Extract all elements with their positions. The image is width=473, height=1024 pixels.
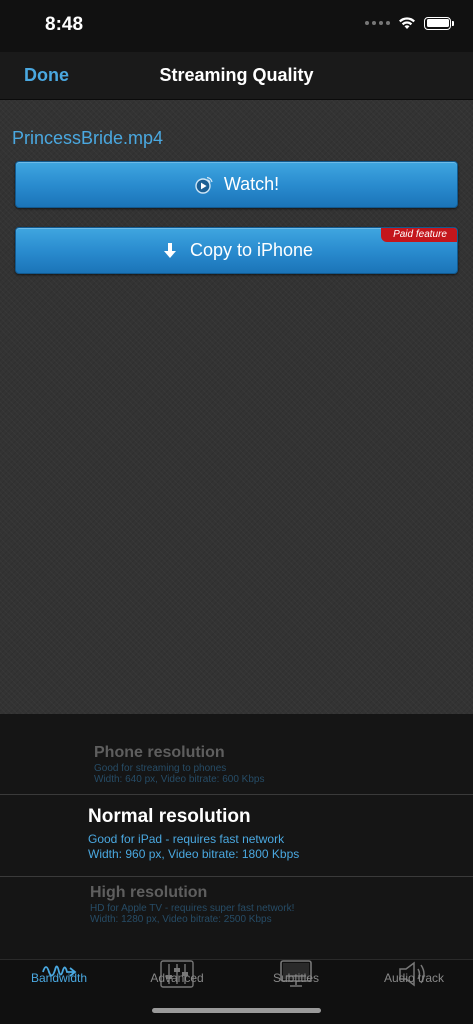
tab-label: Bandwidth <box>30 971 88 985</box>
paid-feature-badge: Paid feature <box>381 228 457 242</box>
picker-row-high[interactable]: High resolution HD for Apple TV - requir… <box>0 884 473 925</box>
picker-row-title: High resolution <box>90 884 208 901</box>
file-name: PrincessBride.mp4 <box>12 128 164 148</box>
tab-label: Advanced <box>150 971 204 985</box>
wifi-icon <box>399 17 415 29</box>
picker-row-title: Phone resolution <box>94 744 225 761</box>
picker-row-phone[interactable]: Phone resolution Good for streaming to p… <box>0 744 473 785</box>
tab-label: Subtitles <box>272 971 320 985</box>
page-title: Streaming Quality <box>159 65 314 85</box>
tab-subtitles[interactable]: Subtitles <box>237 960 355 1000</box>
status-icons <box>365 16 454 30</box>
navigation-bar: Done Streaming Quality <box>0 52 473 100</box>
picker-row-specs: Width: 640 px, Video bitrate: 600 Kbps <box>94 774 265 785</box>
tab-advanced[interactable]: Advanced <box>118 960 236 1000</box>
picker-row-specs: Width: 1280 px, Video bitrate: 2500 Kbps <box>90 914 272 925</box>
tab-bandwidth[interactable]: Bandwidth <box>0 960 118 1000</box>
tab-label: Audio track <box>383 971 445 985</box>
picker-divider <box>0 794 473 795</box>
picker-row-description: Good for iPad - requires fast network <box>88 832 285 846</box>
picker-row-description: HD for Apple TV - requires super fast ne… <box>90 903 295 914</box>
home-indicator <box>152 1008 321 1013</box>
tab-bar: Bandwidth Advanced Subtitles Audio track <box>0 959 473 1024</box>
watch-button-label: Watch! <box>223 174 280 194</box>
cellular-signal-icon <box>365 21 390 25</box>
picker-row-description: Good for streaming to phones <box>94 763 227 774</box>
copy-button-label: Copy to iPhone <box>189 240 314 260</box>
status-time: 8:48 <box>45 14 84 35</box>
play-icon <box>194 175 214 195</box>
picker-divider <box>0 876 473 877</box>
picker-row-specs: Width: 960 px, Video bitrate: 1800 Kbps <box>88 847 300 861</box>
download-arrow-icon <box>160 241 180 261</box>
picker-row-title: Normal resolution <box>88 806 251 827</box>
copy-to-iphone-button[interactable]: Copy to iPhone Paid feature <box>15 227 458 274</box>
main-content: PrincessBride.mp4 Watch! Copy to iPhone … <box>0 100 473 714</box>
resolution-picker[interactable]: Phone resolution Good for streaming to p… <box>0 714 473 959</box>
tab-audio-track[interactable]: Audio track <box>355 960 473 1000</box>
battery-icon <box>424 16 454 30</box>
watch-button[interactable]: Watch! <box>15 161 458 208</box>
status-bar: 8:48 <box>0 0 473 52</box>
picker-row-normal[interactable]: Normal resolution Good for iPad - requir… <box>0 806 473 861</box>
